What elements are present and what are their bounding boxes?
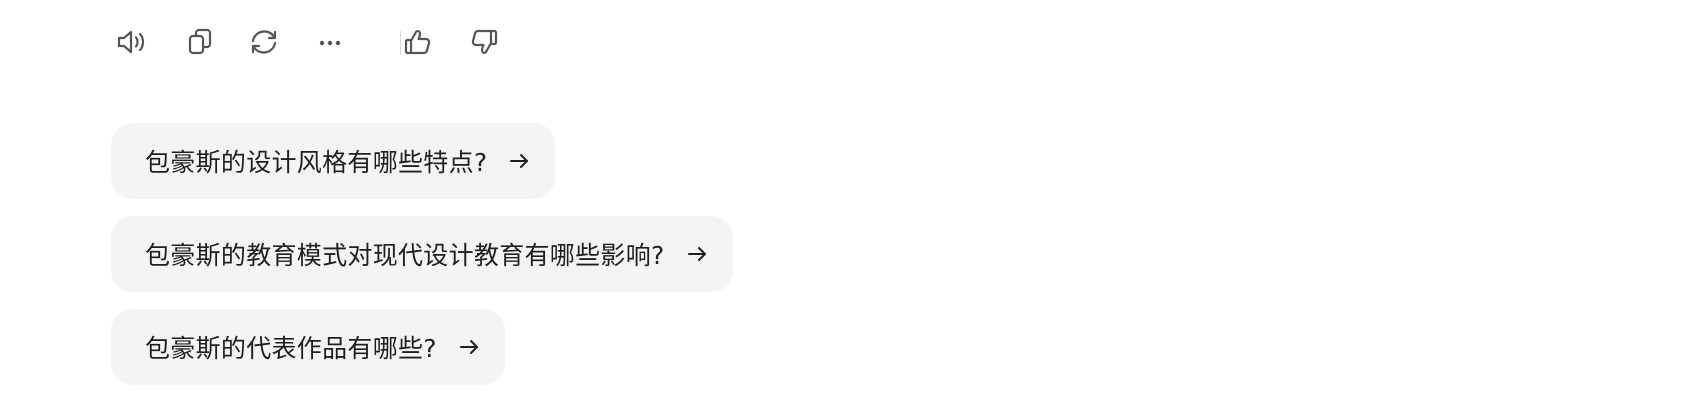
copy-icon [188,28,212,55]
arrow-right-icon [683,240,711,268]
copy-button[interactable] [178,20,222,64]
suggestion-chip[interactable]: 包豪斯的设计风格有哪些特点? [111,123,556,199]
speaker-icon [117,30,145,54]
thumbs-up-icon [404,29,431,55]
arrow-right-icon [505,147,533,175]
more-options-button[interactable] [308,20,352,64]
thumbs-down-icon [471,29,498,55]
regenerate-button[interactable] [242,20,286,64]
regenerate-icon [251,30,277,54]
suggestion-label: 包豪斯的代表作品有哪些? [145,334,437,363]
suggestion-label: 包豪斯的教育模式对现代设计教育有哪些影响? [145,241,665,270]
read-aloud-button[interactable] [110,20,154,64]
suggestion-label: 包豪斯的设计风格有哪些特点? [145,148,488,177]
more-icon [319,40,341,46]
dislike-button[interactable] [462,20,506,64]
arrow-right-icon [455,333,483,361]
suggestion-chip[interactable]: 包豪斯的教育模式对现代设计教育有哪些影响? [111,216,733,292]
chat-response-footer: 包豪斯的设计风格有哪些特点? 包豪斯的教育模式对现代设计教育有哪些影响? 包豪斯… [0,0,1692,416]
like-button[interactable] [396,20,440,64]
suggestion-chip[interactable]: 包豪斯的代表作品有哪些? [111,309,505,385]
